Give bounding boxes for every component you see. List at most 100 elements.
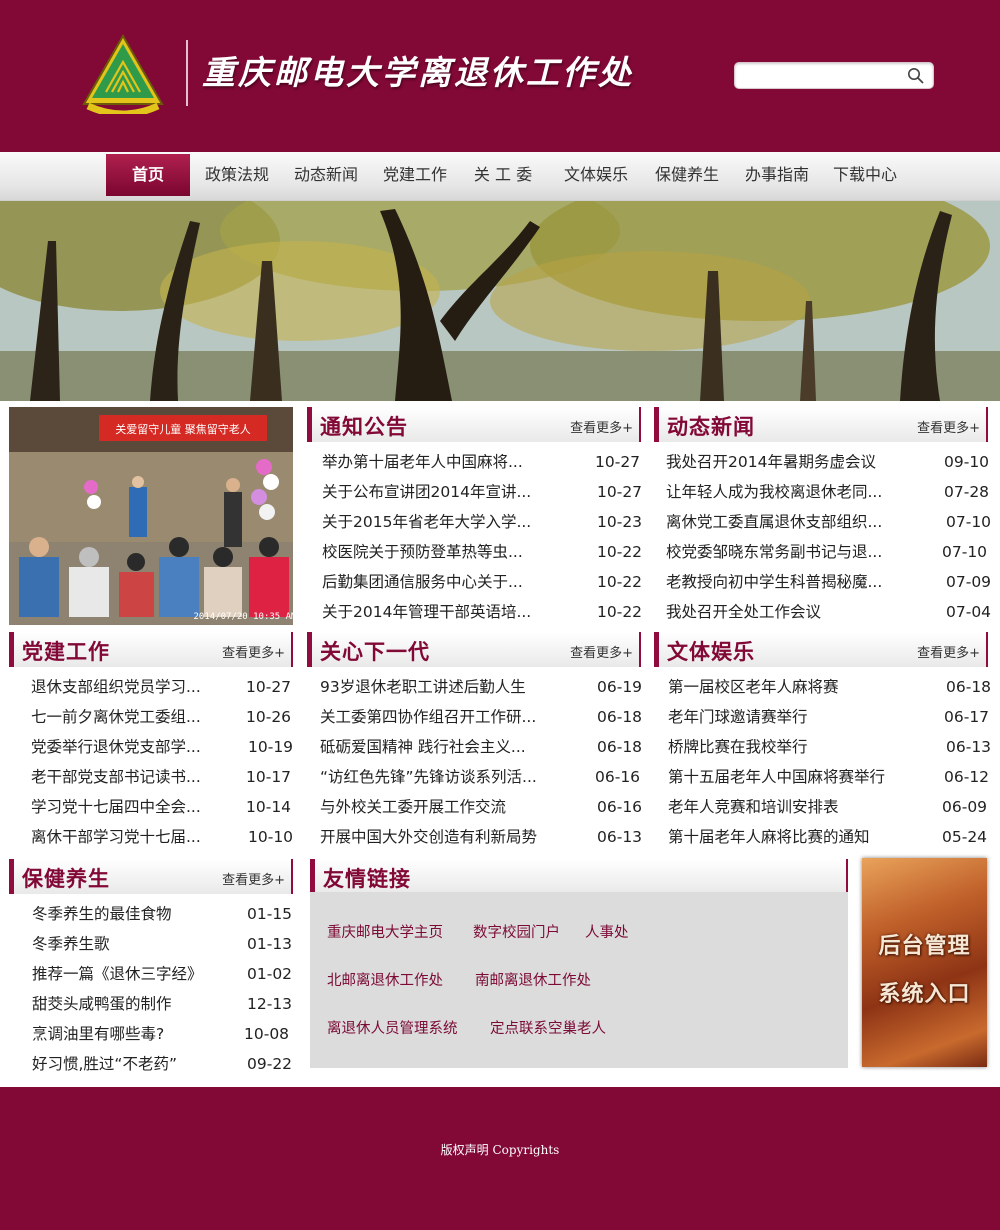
list-item[interactable]: 我处召开2014年暑期务虚会议 09-10 bbox=[654, 447, 989, 477]
item-title[interactable]: 关于2015年省老年大学入学... bbox=[322, 507, 550, 537]
item-title[interactable]: 七一前夕离休党工委组... bbox=[31, 702, 231, 732]
list-item[interactable]: 好习惯,胜过“不老药” 09-22 bbox=[9, 1049, 293, 1079]
nav-item-culture[interactable]: 文体娱乐 bbox=[555, 154, 637, 196]
item-title[interactable]: 烹调油里有哪些毒? bbox=[32, 1019, 232, 1049]
list-item[interactable]: 冬季养生歌 01-13 bbox=[9, 929, 293, 959]
more-link[interactable]: 查看更多+ bbox=[917, 642, 980, 661]
list-item[interactable]: 第十五届老年人中国麻将赛举行 06-12 bbox=[654, 762, 989, 792]
item-title[interactable]: 桥牌比赛在我校举行 bbox=[668, 732, 930, 762]
list-item[interactable]: 第一届校区老年人麻将赛 06-18 bbox=[654, 672, 991, 702]
item-title[interactable]: 举办第十届老年人中国麻将... bbox=[322, 447, 550, 477]
list-item[interactable]: 老干部党支部书记读书... 10-17 bbox=[9, 762, 293, 792]
item-title[interactable]: 离休干部学习党十七届... bbox=[31, 822, 231, 852]
item-title[interactable]: 冬季养生的最佳食物 bbox=[32, 899, 232, 929]
list-item[interactable]: 关于2015年省老年大学入学... 10-23 bbox=[307, 507, 642, 537]
nav-item-youth[interactable]: 关 工 委 bbox=[462, 154, 544, 196]
list-item[interactable]: “访红色先锋”先锋访谈系列活... 06-16 bbox=[307, 762, 641, 792]
item-title[interactable]: 关工委第四协作组召开工作研... bbox=[320, 702, 576, 732]
search-input[interactable] bbox=[741, 66, 901, 85]
list-item[interactable]: 开展中国大外交创造有利新局势 06-13 bbox=[307, 822, 642, 852]
list-item[interactable]: 老教授向初中学生科普揭秘魔... 07-09 bbox=[654, 567, 991, 597]
university-logo-icon[interactable] bbox=[82, 34, 164, 114]
item-title[interactable]: 推荐一篇《退休三字经》 bbox=[32, 959, 232, 989]
item-title[interactable]: 第十届老年人麻将比赛的通知 bbox=[668, 822, 930, 852]
list-item[interactable]: 与外校关工委开展工作交流 06-16 bbox=[307, 792, 642, 822]
list-item[interactable]: 学习党十七届四中全会... 10-14 bbox=[9, 792, 293, 822]
list-item[interactable]: 推荐一篇《退休三字经》 01-02 bbox=[9, 959, 293, 989]
item-title[interactable]: 关于公布宣讲团2014年宣讲... bbox=[322, 477, 550, 507]
item-title[interactable]: 砥砺爱国精神 践行社会主义... bbox=[320, 732, 576, 762]
list-item[interactable]: 甜茭头咸鸭蛋的制作 12-13 bbox=[9, 989, 293, 1019]
friend-link[interactable]: 数字校园门户 bbox=[473, 921, 560, 942]
more-link[interactable]: 查看更多+ bbox=[570, 417, 633, 436]
activity-photo[interactable]: 关爱留守儿童 聚焦留守老人 2014/07/20 10:35 AM bbox=[9, 407, 293, 625]
item-title[interactable]: 与外校关工委开展工作交流 bbox=[320, 792, 576, 822]
item-title[interactable]: 党委举行退休党支部学... bbox=[31, 732, 231, 762]
more-link[interactable]: 查看更多+ bbox=[222, 642, 285, 661]
more-link[interactable]: 查看更多+ bbox=[222, 869, 285, 888]
item-title[interactable]: 离休党工委直属退休支部组织... bbox=[666, 507, 911, 537]
list-item[interactable]: 党委举行退休党支部学... 10-19 bbox=[9, 732, 293, 762]
list-item[interactable]: 冬季养生的最佳食物 01-15 bbox=[9, 899, 293, 929]
item-title[interactable]: 老教授向初中学生科普揭秘魔... bbox=[666, 567, 911, 597]
nav-item-policy[interactable]: 政策法规 bbox=[196, 154, 278, 196]
item-title[interactable]: 校党委邹晓东常务副书记与退... bbox=[666, 537, 911, 567]
more-link[interactable]: 查看更多+ bbox=[917, 417, 980, 436]
item-title[interactable]: 后勤集团通信服务中心关于... bbox=[322, 567, 550, 597]
item-title[interactable]: 退休支部组织党员学习... bbox=[31, 672, 231, 702]
item-title[interactable]: 校医院关于预防登革热等虫... bbox=[322, 537, 550, 567]
item-title[interactable]: “访红色先锋”先锋访谈系列活... bbox=[320, 762, 576, 792]
nav-item-guide[interactable]: 办事指南 bbox=[736, 154, 818, 196]
friend-link[interactable]: 定点联系空巢老人 bbox=[490, 1017, 606, 1038]
item-title[interactable]: 我处召开2014年暑期务虚会议 bbox=[666, 447, 911, 477]
list-item[interactable]: 离休党工委直属退休支部组织... 07-10 bbox=[654, 507, 991, 537]
nav-item-home[interactable]: 首页 bbox=[106, 154, 190, 196]
list-item[interactable]: 退休支部组织党员学习... 10-27 bbox=[9, 672, 293, 702]
item-title[interactable]: 好习惯,胜过“不老药” bbox=[32, 1049, 232, 1079]
list-item[interactable]: 砥砺爱国精神 践行社会主义... 06-18 bbox=[307, 732, 642, 762]
list-item[interactable]: 烹调油里有哪些毒? 10-08 bbox=[9, 1019, 293, 1049]
item-title[interactable]: 让年轻人成为我校离退休老同... bbox=[666, 477, 911, 507]
list-item[interactable]: 让年轻人成为我校离退休老同... 07-28 bbox=[654, 477, 989, 507]
list-item[interactable]: 老年门球邀请赛举行 06-17 bbox=[654, 702, 989, 732]
nav-item-party[interactable]: 党建工作 bbox=[374, 154, 456, 196]
item-title[interactable]: 开展中国大外交创造有利新局势 bbox=[320, 822, 576, 852]
list-item[interactable]: 关于2014年管理干部英语培... 10-22 bbox=[307, 597, 642, 627]
item-title[interactable]: 冬季养生歌 bbox=[32, 929, 232, 959]
item-title[interactable]: 老年门球邀请赛举行 bbox=[668, 702, 930, 732]
nav-item-news[interactable]: 动态新闻 bbox=[285, 154, 367, 196]
item-title[interactable]: 老年人竞赛和培训安排表 bbox=[668, 792, 930, 822]
admin-system-entry-button[interactable]: 后台管理 系统入口 bbox=[862, 858, 987, 1067]
list-item[interactable]: 校党委邹晓东常务副书记与退... 07-10 bbox=[654, 537, 988, 567]
list-item[interactable]: 后勤集团通信服务中心关于... 10-22 bbox=[307, 567, 642, 597]
friend-link[interactable]: 重庆邮电大学主页 bbox=[327, 921, 443, 942]
friend-link[interactable]: 离退休人员管理系统 bbox=[327, 1017, 458, 1038]
item-title[interactable]: 第一届校区老年人麻将赛 bbox=[668, 672, 930, 702]
item-title[interactable]: 甜茭头咸鸭蛋的制作 bbox=[32, 989, 232, 1019]
nav-item-download[interactable]: 下载中心 bbox=[824, 154, 906, 196]
item-title[interactable]: 第十五届老年人中国麻将赛举行 bbox=[668, 762, 930, 792]
list-item[interactable]: 关于公布宣讲团2014年宣讲... 10-27 bbox=[307, 477, 642, 507]
friend-link[interactable]: 人事处 bbox=[585, 921, 629, 942]
item-title[interactable]: 关于2014年管理干部英语培... bbox=[322, 597, 550, 627]
item-title[interactable]: 学习党十七届四中全会... bbox=[31, 792, 231, 822]
list-item[interactable]: 第十届老年人麻将比赛的通知 05-24 bbox=[654, 822, 988, 852]
list-item[interactable]: 离休干部学习党十七届... 10-10 bbox=[9, 822, 293, 852]
list-item[interactable]: 举办第十届老年人中国麻将... 10-27 bbox=[307, 447, 641, 477]
copyright-text[interactable]: 版权声明 Copyrights bbox=[0, 1141, 1000, 1158]
item-title[interactable]: 我处召开全处工作会议 bbox=[666, 597, 911, 627]
nav-item-health[interactable]: 保健养生 bbox=[646, 154, 728, 196]
list-item[interactable]: 关工委第四协作组召开工作研... 06-18 bbox=[307, 702, 642, 732]
item-title[interactable]: 老干部党支部书记读书... bbox=[31, 762, 231, 792]
list-item[interactable]: 校医院关于预防登革热等虫... 10-22 bbox=[307, 537, 642, 567]
more-link[interactable]: 查看更多+ bbox=[570, 642, 633, 661]
list-item[interactable]: 93岁退休老职工讲述后勤人生 06-19 bbox=[307, 672, 642, 702]
list-item[interactable]: 老年人竞赛和培训安排表 06-09 bbox=[654, 792, 988, 822]
list-item[interactable]: 桥牌比赛在我校举行 06-13 bbox=[654, 732, 991, 762]
search-icon[interactable] bbox=[907, 67, 925, 85]
item-title[interactable]: 93岁退休老职工讲述后勤人生 bbox=[320, 672, 576, 702]
friend-link[interactable]: 北邮离退休工作处 bbox=[327, 969, 443, 990]
friend-link[interactable]: 南邮离退休工作处 bbox=[475, 969, 591, 990]
list-item[interactable]: 我处召开全处工作会议 07-04 bbox=[654, 597, 991, 627]
list-item[interactable]: 七一前夕离休党工委组... 10-26 bbox=[9, 702, 293, 732]
